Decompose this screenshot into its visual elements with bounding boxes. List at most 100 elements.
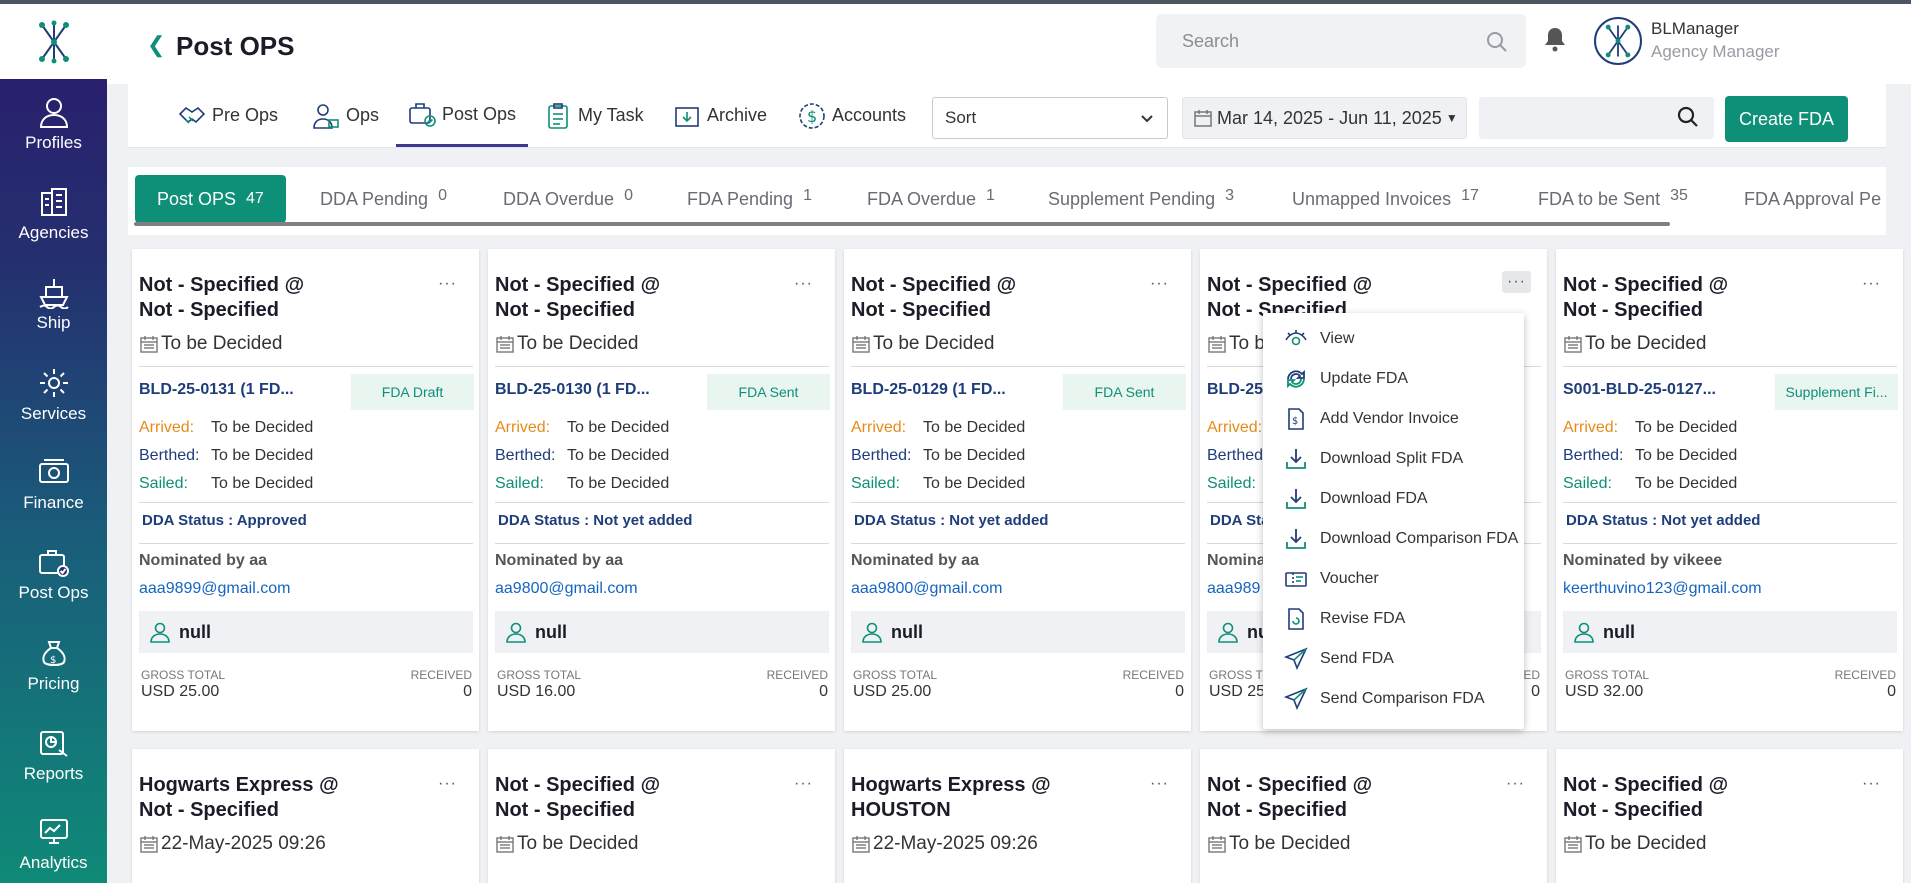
card-reference[interactable]: BLD-25 [1207, 381, 1263, 399]
back-arrow-icon[interactable]: ❮ [147, 32, 165, 58]
sidebar-item-finance[interactable]: Finance [0, 444, 107, 524]
clipboard-icon [548, 102, 568, 129]
sidebar-item-post-ops[interactable]: Post Ops [0, 534, 107, 614]
more-options-icon[interactable]: ··· [1862, 775, 1881, 793]
status-tab-supplement-pending[interactable]: Supplement Pending 3 [1048, 175, 1234, 223]
sidebar-item-profiles[interactable]: Profiles [0, 84, 107, 164]
tab-post-ops[interactable]: Post Ops [396, 84, 529, 147]
port-call-card[interactable]: Not - Specified @ Not - Specified ··· To … [488, 749, 835, 883]
avatar[interactable] [1594, 17, 1642, 65]
sidebar-item-pricing[interactable]: $ Pricing [0, 625, 107, 705]
card-reference[interactable]: BLD-25-0129 (1 FD... [851, 381, 1006, 399]
divider [851, 366, 1185, 367]
port-call-card[interactable]: Hogwarts Express @ HOUSTON ··· 22-May-202… [844, 749, 1191, 883]
sidebar-item-analytics[interactable]: Analytics [0, 804, 107, 883]
card-reference[interactable]: S001-BLD-25-0127... [1563, 381, 1716, 399]
card-title: Not - Specified @ Not - Specified [139, 273, 304, 323]
nominator-email[interactable]: aaa9899@gmail.com [139, 580, 290, 598]
tab-label: Pre Ops [212, 105, 279, 125]
divider [1563, 502, 1897, 503]
received-value: 0 [1175, 683, 1184, 700]
status-tab-dda-pending[interactable]: DDA Pending 0 [320, 175, 447, 223]
nominator-email[interactable]: keerthuvino123@gmail.com [1563, 580, 1762, 598]
port-call-card[interactable]: Not - Specified @ Not - Specified ··· To … [132, 249, 479, 731]
sidebar-item-agencies[interactable]: Agencies [0, 174, 107, 254]
dollar-circle-icon: $ [799, 102, 825, 129]
status-tab-post-ops[interactable]: Post OPS 47 [135, 175, 286, 223]
nominated-by: Nomina [1207, 552, 1266, 569]
sailed-value: To be Decided [923, 475, 1026, 492]
more-options-icon[interactable]: ··· [1506, 775, 1525, 793]
tab-archive[interactable]: Archive [673, 84, 767, 147]
tab-pre-ops[interactable]: Pre Ops [178, 84, 278, 147]
more-options-icon[interactable]: ··· [438, 275, 457, 293]
filter-search-input[interactable] [1479, 97, 1714, 139]
port-call-card[interactable]: Not - Specified @ Not - Specified ··· To … [1556, 749, 1903, 883]
search-input[interactable] [1156, 14, 1476, 68]
menu-item-add-vendor-invoice[interactable]: $ Add Vendor Invoice [1284, 403, 1459, 435]
bell-icon[interactable] [1544, 26, 1566, 52]
tab-ops[interactable]: Ops [312, 84, 379, 147]
download-icon [1286, 529, 1306, 549]
menu-item-update-fda[interactable]: Update FDA [1284, 363, 1408, 395]
card-title-line2: Not - Specified [139, 299, 280, 321]
app-logo[interactable] [0, 4, 107, 79]
status-tabs-scrollbar[interactable] [134, 222, 1670, 226]
menu-item-download-split-fda[interactable]: Download Split FDA [1284, 443, 1463, 475]
menu-item-download-comparison-fda[interactable]: Download Comparison FDA [1284, 523, 1518, 555]
status-tab-unmapped-invoices[interactable]: Unmapped Invoices 17 [1292, 175, 1479, 223]
status-tab-fda-approval-pending[interactable]: FDA Approval Pe [1744, 175, 1881, 223]
nominator-email[interactable]: aa9800@gmail.com [495, 580, 638, 598]
more-options-icon[interactable]: ··· [1862, 275, 1881, 293]
date-range-picker[interactable]: Mar 14, 2025 - Jun 11, 2025 ▼ [1182, 97, 1467, 139]
sidebar-item-label: Services [20, 404, 87, 423]
arrived-label: Arrived: [1563, 419, 1619, 436]
more-options-icon[interactable]: ··· [1150, 775, 1169, 793]
sidebar-item-reports[interactable]: Reports [0, 715, 107, 795]
tab-my-task[interactable]: My Task [544, 84, 644, 147]
create-fda-button[interactable]: Create FDA [1725, 96, 1848, 142]
search-icon[interactable] [1486, 31, 1508, 53]
card-date: To be Decided [1563, 333, 1706, 355]
port-call-card[interactable]: Not - Specified @ Not - Specified ··· To … [844, 249, 1191, 731]
status-tab-fda-to-be-sent[interactable]: FDA to be Sent 35 [1538, 175, 1688, 223]
sort-select[interactable]: Sort [932, 97, 1168, 139]
card-reference[interactable]: BLD-25-0130 (1 FD... [495, 381, 650, 399]
menu-item-send-comparison-fda[interactable]: Send Comparison FDA [1284, 683, 1485, 715]
status-tab-fda-pending[interactable]: FDA Pending 1 [687, 175, 812, 223]
menu-item-view[interactable]: View [1284, 323, 1354, 355]
status-tab-dda-overdue[interactable]: DDA Overdue 0 [503, 175, 633, 223]
sidebar-item-services[interactable]: Services [0, 355, 107, 435]
sidebar-item-ship[interactable]: Ship [0, 264, 107, 344]
port-call-card[interactable]: Not - Specified @ Not - Specified ··· To … [1556, 249, 1903, 731]
price-tag-icon: $ [41, 641, 66, 666]
menu-item-download-fda[interactable]: Download FDA [1284, 483, 1428, 515]
port-call-card[interactable]: Not - Specified @ Not - Specified ··· To … [488, 249, 835, 731]
menu-item-send-fda[interactable]: Send FDA [1284, 643, 1394, 675]
calendar-icon [1208, 836, 1226, 853]
berthed-value: To be Decided [211, 447, 314, 464]
status-badge: FDA Sent [707, 374, 830, 410]
more-options-icon[interactable]: ··· [794, 775, 813, 793]
more-options-icon[interactable]: ··· [438, 775, 457, 793]
menu-item-voucher[interactable]: Voucher [1284, 563, 1379, 595]
status-tab-fda-overdue[interactable]: FDA Overdue 1 [867, 175, 995, 223]
menu-item-revise-fda[interactable]: Revise FDA [1284, 603, 1405, 635]
port-call-card[interactable]: Not - Specified @ Not - Specified ··· To … [1200, 749, 1547, 883]
nominator-email[interactable]: aaa989 [1207, 580, 1260, 598]
download-icon [1286, 449, 1306, 469]
tab-accounts[interactable]: $ Accounts [798, 84, 906, 147]
port-call-card[interactable]: Hogwarts Express @ Not - Specified ··· 22… [132, 749, 479, 883]
more-options-icon[interactable]: ··· [1502, 271, 1531, 293]
search-icon[interactable] [1676, 105, 1700, 129]
berthed-row: Berthed: To be Decided [139, 447, 313, 465]
status-tab-count: 3 [1225, 187, 1235, 204]
card-reference[interactable]: BLD-25-0131 (1 FD... [139, 381, 294, 399]
sailed-row: Sailed: To be Decided [139, 475, 313, 493]
more-options-icon[interactable]: ··· [794, 275, 813, 293]
more-options-icon[interactable]: ··· [1150, 275, 1169, 293]
gross-total-label: GROSS TOTAL [1565, 668, 1650, 682]
agent-value: null [535, 621, 567, 642]
arrived-row: Arrived: To be Decided [139, 419, 313, 437]
nominator-email[interactable]: aaa9800@gmail.com [851, 580, 1002, 598]
